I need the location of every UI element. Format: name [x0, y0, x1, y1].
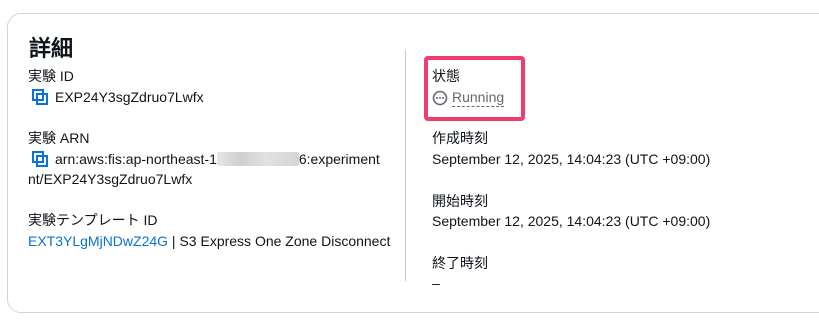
template-id-value: EXT3YLgMjNDwZ24G | S3 Express One Zone D…	[28, 233, 390, 249]
redacted-account-id	[216, 152, 299, 166]
arn-prefix: arn:aws:fis:ap-northeast-1	[55, 151, 217, 167]
column-divider	[405, 50, 406, 281]
panel-title: 詳細	[29, 36, 74, 61]
template-id-label: 実験テンプレート ID	[28, 212, 158, 228]
template-separator: |	[168, 233, 180, 249]
end-time-label: 終了時刻	[432, 255, 488, 271]
copy-icon[interactable]	[32, 151, 48, 167]
experiment-arn-label: 実験 ARN	[28, 130, 90, 146]
experiment-id-label: 実験 ID	[28, 68, 74, 84]
status-highlight-box	[424, 56, 525, 121]
arn-suffix: 6:experiment	[298, 151, 380, 167]
copy-icon[interactable]	[32, 89, 48, 105]
template-id-link[interactable]: EXT3YLgMjNDwZ24G	[28, 233, 168, 249]
experiment-arn-line2: nt/EXP24Y3sgZdruo7Lwfx	[28, 171, 193, 187]
end-time-value: –	[432, 275, 440, 291]
experiment-arn-line1: arn:aws:fis:ap-northeast-1 6:experiment	[55, 151, 380, 167]
created-time-value: September 12, 2025, 14:04:23 (UTC +09:00…	[432, 151, 711, 167]
created-time-label: 作成時刻	[432, 130, 488, 146]
start-time-value: September 12, 2025, 14:04:23 (UTC +09:00…	[432, 213, 711, 229]
start-time-label: 開始時刻	[432, 193, 488, 209]
experiment-id-value: EXP24Y3sgZdruo7Lwfx	[55, 89, 204, 105]
template-name: S3 Express One Zone Disconnect	[179, 233, 391, 249]
